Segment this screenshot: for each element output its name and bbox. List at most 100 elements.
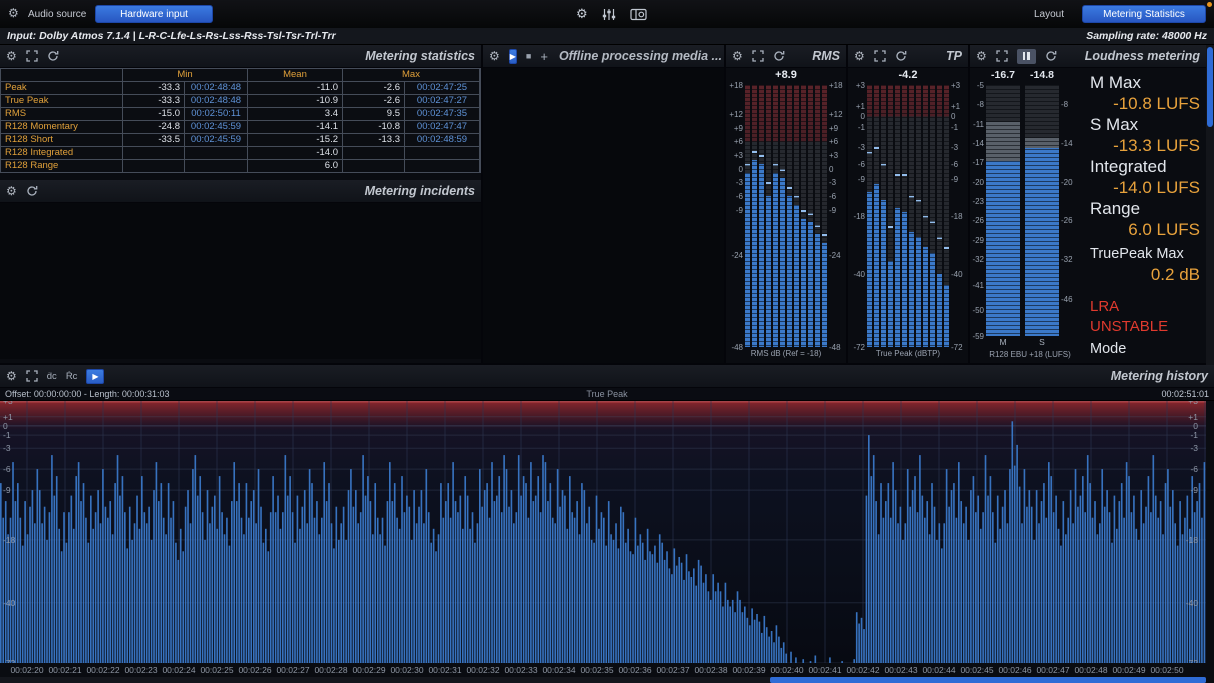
statistics-fullscreen-icon[interactable] (26, 50, 38, 62)
history-fullscreen-icon[interactable] (26, 370, 38, 382)
scale-tick: -9 (736, 206, 743, 215)
time-label: 00:02:46 (998, 665, 1031, 675)
loudness-settings-icon[interactable]: ⚙ (976, 50, 987, 62)
offline-settings-icon[interactable]: ⚙ (489, 50, 500, 62)
meter-channel-bar (766, 85, 771, 347)
scale-tick: -6 (858, 160, 865, 169)
statistics-title: Metering statistics (365, 49, 475, 63)
offline-title: Offline processing media ... (559, 49, 722, 63)
stats-cell (405, 147, 480, 160)
statistics-settings-icon[interactable]: ⚙ (6, 50, 17, 62)
tp-fullscreen-icon[interactable] (874, 50, 886, 62)
stats-cell (343, 160, 405, 173)
incidents-title: Metering incidents (365, 184, 475, 198)
stats-cell: 00:02:47:27 (405, 95, 480, 108)
global-toolbar-icons: ⚙ (576, 5, 647, 23)
m-max-label: M Max (1090, 72, 1200, 93)
stats-cell (185, 160, 248, 173)
time-label: 00:02:25 (200, 665, 233, 675)
time-label: 00:02:40 (770, 665, 803, 675)
scale-tick: +18 (829, 81, 843, 90)
scale-tick: -11 (973, 120, 984, 129)
rms-fullscreen-icon[interactable] (752, 50, 764, 62)
incidents-settings-icon[interactable]: ⚙ (6, 185, 17, 197)
time-label: 00:02:45 (960, 665, 993, 675)
loudness-header: ⚙ Loudness metering (970, 45, 1206, 68)
stats-cell: -13.3 (343, 134, 405, 147)
stats-cell: -24.8 (123, 121, 185, 134)
history-y-label: -6 (3, 464, 11, 474)
statistics-reset-icon[interactable] (47, 50, 59, 62)
loudness-fullscreen-icon[interactable] (996, 50, 1008, 62)
scale-tick: +9 (734, 124, 743, 133)
history-follow-button[interactable]: ▶ (86, 369, 104, 384)
time-label: 00:02:32 (466, 665, 499, 675)
meter-channel-bar (902, 85, 907, 347)
time-label: 00:02:35 (580, 665, 613, 675)
metering-statistics-button[interactable]: Metering Statistics (1082, 5, 1206, 23)
stats-cell: Min (123, 69, 248, 82)
time-label: 00:02:43 (884, 665, 917, 675)
meter-channel-bar (916, 85, 921, 347)
audio-source-settings-icon[interactable]: ⚙ (8, 6, 19, 20)
m-max-value: -10.8 LUFS (1090, 93, 1200, 114)
global-settings-icon[interactable]: ⚙ (576, 6, 588, 22)
offline-add-media-icon[interactable]: + (540, 50, 548, 63)
offline-play-button[interactable]: ▶ (509, 49, 517, 64)
rms-caption: RMS dB (Ref = -18) (726, 348, 846, 363)
io-routing-icon[interactable] (630, 8, 647, 21)
stats-cell: -33.3 (123, 95, 185, 108)
tp-reset-icon[interactable] (895, 50, 907, 62)
history-range-mode-icon[interactable]: Ṙc (66, 371, 78, 382)
stats-cell (185, 147, 248, 160)
scale-tick: -26 (1061, 216, 1073, 225)
rms-scale-right: +18+12+9+6+30-3-6-9-24-48 (827, 85, 845, 347)
scale-tick: -6 (736, 192, 743, 201)
history-time-axis: 00:02:2000:02:2100:02:2200:02:2300:02:24… (0, 663, 1206, 677)
time-label: 00:02:30 (390, 665, 423, 675)
stats-cell: R128 Short (1, 134, 123, 147)
rms-reset-icon[interactable] (773, 50, 785, 62)
range-label: Range (1090, 198, 1200, 219)
tp-scale-left: +3+10-1-3-6-9-18-40-72 (849, 85, 867, 347)
tp-settings-icon[interactable]: ⚙ (854, 50, 865, 62)
loudness-scale-right: -8-14-20-26-32-46 (1059, 85, 1090, 336)
history-scrollbar-thumb[interactable] (770, 677, 1206, 683)
history-curve-mode-icon[interactable]: ḋc (47, 371, 57, 382)
incidents-reset-icon[interactable] (26, 185, 38, 197)
history-settings-icon[interactable]: ⚙ (6, 370, 17, 382)
loudness-pause-button[interactable] (1017, 49, 1036, 64)
scale-tick: +18 (729, 81, 743, 90)
scale-tick: -8 (977, 100, 984, 109)
offline-stop-icon[interactable]: ■ (526, 51, 531, 61)
meter-channel-bar (881, 85, 886, 347)
tp-max-value: -4.2 (848, 68, 968, 83)
rms-meter-panel: ⚙ RMS +8.9 +18+12+9+6+30-3-6-9-24-48 +18… (726, 45, 846, 363)
vertical-scrollbar-thumb[interactable] (1207, 47, 1213, 127)
mixer-sliders-icon[interactable] (602, 8, 616, 21)
scale-tick: -18 (951, 212, 963, 221)
scale-tick: -20 (1061, 178, 1073, 187)
hardware-input-button[interactable]: Hardware input (95, 5, 213, 23)
scale-tick: +9 (829, 124, 838, 133)
time-label: 00:02:34 (542, 665, 575, 675)
history-waveform (0, 401, 1206, 663)
scale-tick: +3 (829, 151, 838, 160)
rms-settings-icon[interactable]: ⚙ (732, 50, 743, 62)
stats-cell: 00:02:47:35 (405, 108, 480, 121)
lra-status: LRA UNSTABLE (1090, 297, 1200, 337)
stats-cell: R128 Momentary (1, 121, 123, 134)
scale-tick: -48 (731, 343, 743, 352)
scale-tick: 0 (739, 165, 743, 174)
history-scrollbar[interactable] (0, 677, 1206, 683)
loudness-reset-icon[interactable] (1045, 50, 1057, 62)
truepeak-max-value: 0.2 dB (1090, 264, 1200, 285)
tp-header: ⚙ TP (848, 45, 968, 68)
meter-channel-bar (937, 85, 942, 347)
meter-channel-bar (895, 85, 900, 347)
history-y-label: -9 (1190, 485, 1198, 495)
scale-tick: +6 (734, 137, 743, 146)
integrated-label: Integrated (1090, 156, 1200, 177)
history-graph[interactable]: +3+3+1+100-1-1-3-3-6-6-9-9-18-18-40-40-7… (0, 401, 1206, 663)
stats-cell (343, 147, 405, 160)
